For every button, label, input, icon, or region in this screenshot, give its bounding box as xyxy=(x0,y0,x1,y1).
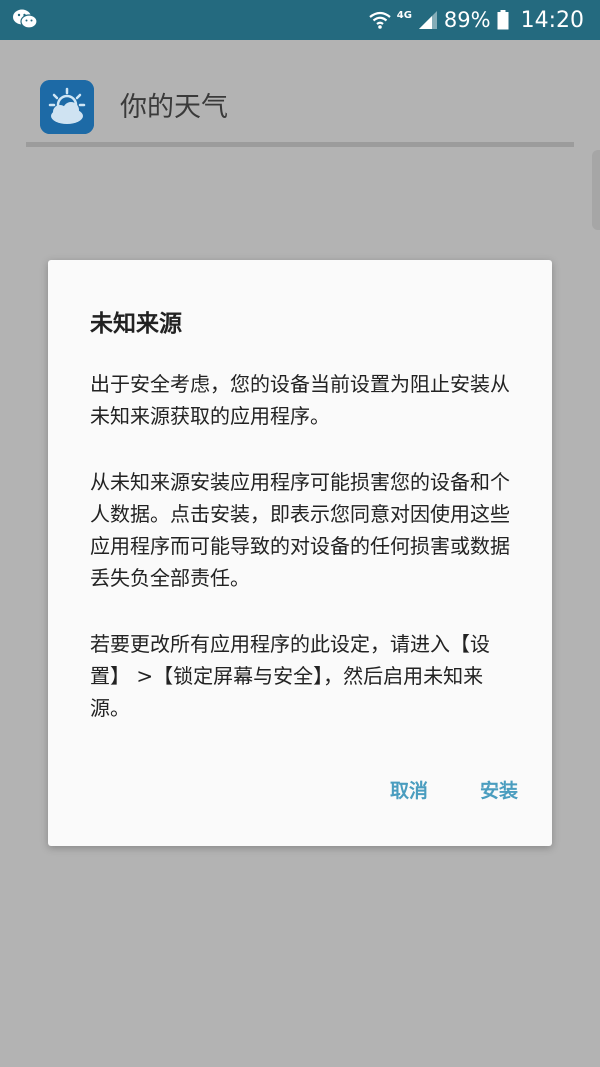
signal-icon xyxy=(418,11,437,29)
dialog-message: 出于安全考虑，您的设备当前设置为阻止安装从未知来源获取的应用程序。 从未知来源安… xyxy=(90,368,520,758)
dialog-paragraph-risk: 从未知来源安装应用程序可能损害您的设备和个人数据。点击安装，即表示您同意对因使用… xyxy=(90,470,510,590)
app-header: 你的天气 xyxy=(0,40,600,150)
dialog-actions: 取消 安装 xyxy=(390,776,518,803)
wifi-icon xyxy=(369,11,391,29)
clock: 14:20 xyxy=(520,7,584,33)
cancel-button[interactable]: 取消 xyxy=(390,776,428,803)
screen: 4G 89% 14:20 你的天气 未知来源 出于安全考虑，您的设备当前设置为阻… xyxy=(0,0,600,1067)
sun-cloud-icon xyxy=(40,80,94,134)
install-button[interactable]: 安装 xyxy=(480,776,518,803)
dialog-title: 未知来源 xyxy=(90,311,182,337)
wechat-icon xyxy=(13,9,38,29)
edge-panel-handle[interactable] xyxy=(592,150,600,230)
weather-app-icon xyxy=(40,80,94,134)
header-divider xyxy=(26,142,574,147)
network-type-label: 4G xyxy=(396,9,412,21)
app-name: 你的天气 xyxy=(120,92,228,123)
dialog-paragraph-security: 出于安全考虑，您的设备当前设置为阻止安装从未知来源获取的应用程序。 xyxy=(90,372,510,428)
dialog-paragraph-settings: 若要更改所有应用程序的此设定，请进入【设置】 >【锁定屏幕与安全】，然后启用未知… xyxy=(90,632,490,720)
status-icons: 4G 89% 14:20 xyxy=(369,0,584,40)
battery-percentage: 89% xyxy=(443,8,491,32)
unknown-sources-dialog: 未知来源 出于安全考虑，您的设备当前设置为阻止安装从未知来源获取的应用程序。 从… xyxy=(48,260,552,846)
status-bar: 4G 89% 14:20 xyxy=(0,0,600,40)
battery-icon xyxy=(497,10,509,30)
